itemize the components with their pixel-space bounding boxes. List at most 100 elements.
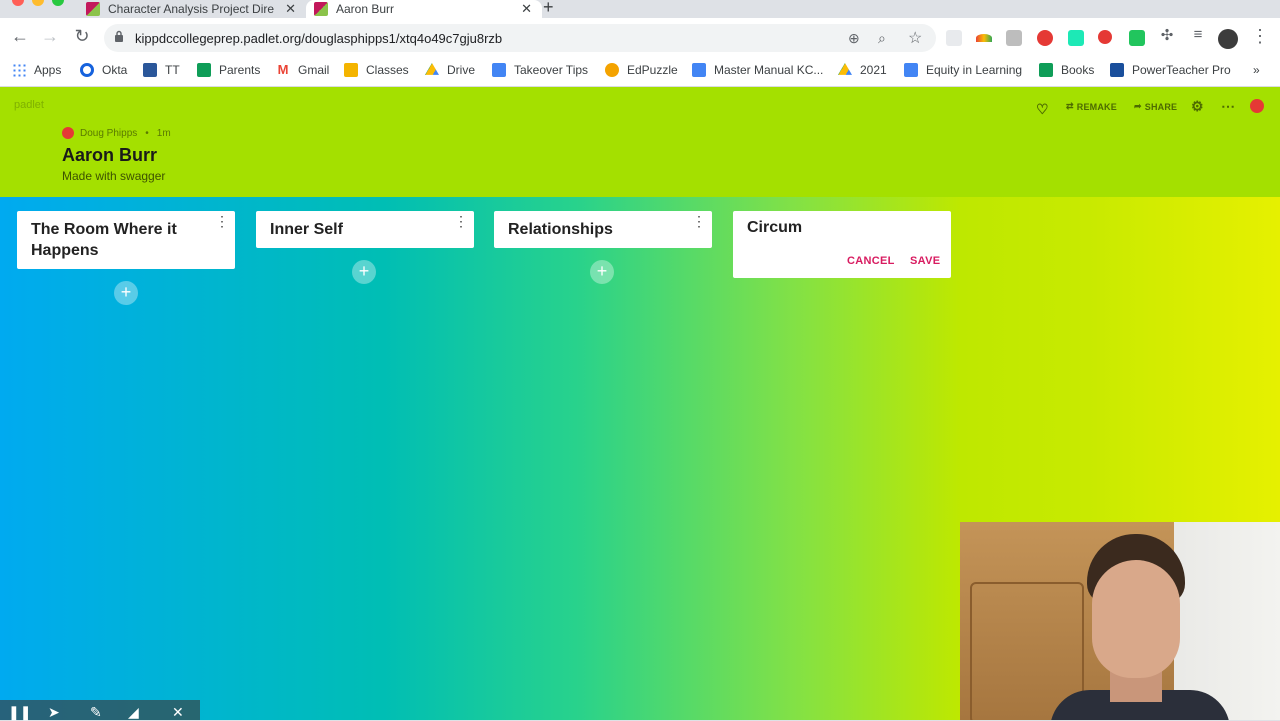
tab-character-analysis[interactable]: Character Analysis Project Dire ✕ [80, 0, 306, 18]
address-bar[interactable]: kippdccollegeprep.padlet.org/douglasphip… [104, 24, 936, 52]
pointer-icon[interactable]: ➤ [48, 704, 60, 721]
column-menu-icon[interactable]: ⋮ [454, 214, 468, 228]
highlighter-icon[interactable]: ◢ [128, 704, 139, 721]
bookmark-takeover-tips[interactable]: Takeover Tips [492, 63, 588, 77]
author-line: Doug Phipps • 1m [62, 127, 171, 139]
bookmark-2021[interactable]: 2021 [838, 63, 887, 77]
bookmark-books[interactable]: Books [1039, 63, 1094, 77]
padlet-logo[interactable]: padlet [14, 99, 44, 111]
tab-close-icon[interactable]: ✕ [521, 1, 532, 17]
window-maximize-button[interactable] [52, 0, 64, 6]
column-menu-icon[interactable]: ⋮ [692, 214, 706, 228]
bookmark-star-icon[interactable]: ☆ [908, 28, 922, 48]
padlet-favicon-icon [314, 2, 328, 16]
presenter-face [1092, 560, 1180, 678]
bookmark-okta[interactable]: Okta [80, 63, 127, 77]
gmail-icon: M [277, 62, 289, 77]
bookmark-parents[interactable]: Parents [197, 63, 260, 77]
zoom-icon[interactable]: ⌕ [878, 30, 886, 47]
profile-avatar[interactable] [1218, 29, 1238, 49]
tab-title: Character Analysis Project Dire [108, 2, 275, 16]
window-minimize-button[interactable] [32, 0, 44, 6]
bookmark-classes[interactable]: Classes [344, 63, 409, 77]
padlet-favicon-icon [86, 2, 100, 16]
add-post-button[interactable]: + [114, 281, 138, 305]
page-subtitle: Made with swagger [62, 169, 166, 183]
apps-grid-icon [12, 63, 26, 77]
remake-icon: ⇄ [1066, 101, 1074, 111]
video-controls: ❚❚ ➤ ✎ ◢ ✕ [0, 700, 200, 720]
separator-dot: • [145, 127, 149, 139]
browser-menu-icon[interactable]: ⋮ [1248, 26, 1272, 47]
extension-icon[interactable] [976, 34, 992, 42]
new-tab-button[interactable]: + [543, 0, 554, 18]
heart-icon[interactable]: ♡ [1036, 101, 1049, 118]
column-title: The Room Where it Happens [31, 221, 177, 259]
author-avatar [62, 127, 74, 139]
remake-button[interactable]: ⇄ REMAKE [1066, 101, 1117, 112]
bookmark-drive[interactable]: Drive [425, 63, 475, 77]
sheets-icon [1039, 63, 1053, 77]
url-text: kippdccollegeprep.padlet.org/douglasphip… [135, 31, 503, 46]
pen-icon[interactable]: ✎ [90, 704, 102, 721]
extension-icon[interactable] [946, 30, 962, 46]
page-title: Aaron Burr [62, 145, 158, 165]
column-title: Relationships [508, 221, 613, 238]
extension-icon[interactable] [1006, 30, 1022, 46]
share-arrow-icon: ➦ [1134, 101, 1142, 111]
bookmarks-bar: Apps Okta TT Parents M Gmail Classes Dri… [0, 58, 1280, 87]
back-arrow-icon[interactable]: ← [8, 26, 32, 47]
column-the-room-where-it-happens[interactable]: The Room Where it Happens ⋮ [17, 211, 235, 269]
n-extension-icon[interactable] [1068, 30, 1084, 46]
window-close-button[interactable] [12, 0, 24, 6]
edpuzzle-icon [605, 63, 619, 77]
more-options-icon[interactable]: ⋯ [1221, 98, 1235, 115]
okta-icon [80, 63, 94, 77]
bookmark-master-manual[interactable]: Master Manual KC... [692, 63, 823, 77]
share-button[interactable]: ➦ SHARE [1134, 101, 1177, 112]
bookmark-gmail[interactable]: M Gmail [276, 62, 330, 78]
bookmark-edpuzzle[interactable]: EdPuzzle [605, 63, 678, 77]
save-button[interactable]: SAVE [910, 255, 940, 267]
settings-gear-icon[interactable]: ⚙ [1191, 98, 1204, 115]
cancel-button[interactable]: CANCEL [847, 255, 895, 267]
extension-icon[interactable] [1129, 30, 1145, 46]
column-inner-self[interactable]: Inner Self ⋮ [256, 211, 474, 248]
bookmark-equity-in-learning[interactable]: Equity in Learning [904, 63, 1022, 77]
extension-icon[interactable] [1098, 30, 1112, 44]
tab-close-icon[interactable]: ✕ [285, 1, 296, 17]
author-name: Doug Phipps [80, 127, 138, 139]
webcam-overlay [960, 522, 1280, 720]
user-avatar[interactable] [1250, 99, 1264, 113]
bookmark-powerteacher-pro[interactable]: PowerTeacher Pro [1110, 63, 1231, 77]
post-time: 1m [156, 127, 171, 139]
word-icon [143, 63, 157, 77]
forward-arrow-icon[interactable]: → [38, 26, 62, 47]
classroom-icon [344, 63, 358, 77]
docs-icon [692, 63, 706, 77]
close-icon[interactable]: ✕ [172, 704, 184, 721]
install-icon[interactable]: ⊕ [848, 30, 860, 47]
sheets-icon [197, 63, 211, 77]
reading-list-icon[interactable]: ≡ [1186, 26, 1210, 43]
tab-title: Aaron Burr [336, 2, 395, 16]
powerteacher-icon [1110, 63, 1124, 77]
tab-aaron-burr[interactable]: Aaron Burr ✕ [306, 0, 542, 18]
opera-extension-icon[interactable] [1037, 30, 1053, 46]
more-bookmarks-button[interactable]: » [1253, 63, 1260, 77]
add-post-button[interactable]: + [590, 260, 614, 284]
puzzle-extensions-icon[interactable]: ✣ [1155, 26, 1179, 44]
bookmark-tt[interactable]: TT [143, 63, 180, 77]
column-title-input[interactable] [747, 219, 937, 237]
column-relationships[interactable]: Relationships ⋮ [494, 211, 712, 248]
drive-icon [425, 63, 439, 75]
column-title: Inner Self [270, 221, 343, 238]
reload-icon[interactable]: ↻ [70, 26, 94, 47]
column-menu-icon[interactable]: ⋮ [215, 214, 229, 228]
tab-strip: Character Analysis Project Dire ✕ Aaron … [0, 0, 1280, 18]
docs-icon [904, 63, 918, 77]
bookmark-apps[interactable]: Apps [12, 63, 61, 77]
pause-icon[interactable]: ❚❚ [8, 704, 31, 721]
new-column-editor: CANCEL SAVE [733, 211, 951, 278]
add-post-button[interactable]: + [352, 260, 376, 284]
